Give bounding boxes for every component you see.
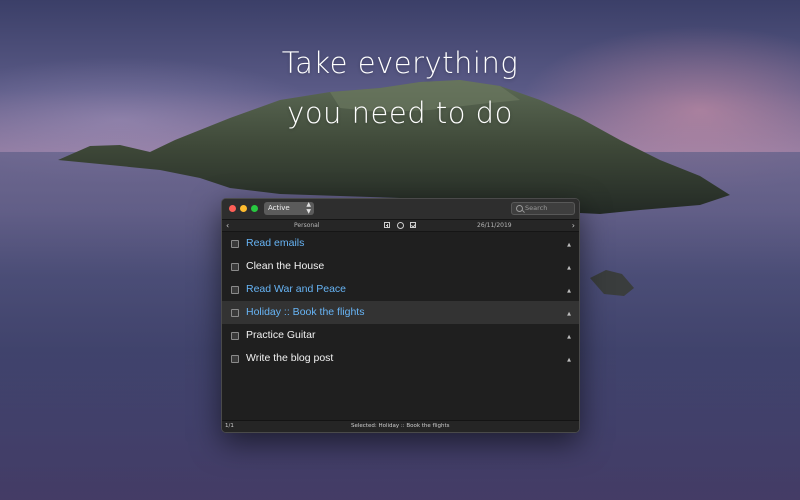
title-bar: Active ▲ ▼ Search (222, 199, 579, 220)
current-date[interactable]: 26/11/2019 (477, 220, 512, 231)
search-icon (516, 205, 523, 212)
add-icon[interactable] (384, 222, 390, 228)
task-checkbox[interactable] (231, 332, 239, 340)
checkbox-icon[interactable] (410, 222, 416, 228)
chevron-left-icon[interactable]: ‹ (226, 220, 229, 231)
task-marker-icon: ▲ (567, 288, 571, 294)
task-row[interactable]: Write the blog post ▲ (222, 347, 579, 370)
headline-line-2: you need to do (287, 96, 513, 130)
app-window: Active ▲ ▼ Search ‹ Personal 26/11/2019 ›… (221, 198, 580, 433)
navigation-bar: ‹ Personal 26/11/2019 › (222, 220, 579, 232)
search-input[interactable]: Search (511, 202, 575, 215)
task-marker-icon: ▲ (567, 265, 571, 271)
task-title: Clean the House (246, 260, 325, 272)
selected-task-status: Selected: Holiday :: Book the flights (351, 423, 450, 429)
status-bar: 1/1 Selected: Holiday :: Book the flight… (222, 420, 579, 432)
filter-dropdown[interactable]: Active ▲ ▼ (264, 201, 314, 215)
filter-dropdown-value: Active (268, 204, 290, 212)
task-checkbox[interactable] (231, 240, 239, 248)
task-checkbox[interactable] (231, 309, 239, 317)
task-marker-icon: ▲ (567, 242, 571, 248)
list-name[interactable]: Personal (294, 220, 320, 231)
task-title: Read emails (246, 237, 305, 249)
zoom-window-button[interactable] (251, 205, 258, 212)
task-checkbox[interactable] (231, 263, 239, 271)
task-row[interactable]: Read emails ▲ (222, 232, 579, 255)
headline-line-1: Take everything (281, 46, 519, 80)
task-row-selected[interactable]: Holiday :: Book the flights ▲ (222, 301, 579, 324)
chevron-right-icon[interactable]: › (572, 220, 575, 231)
task-row[interactable]: Read War and Peace ▲ (222, 278, 579, 301)
task-title: Read War and Peace (246, 283, 347, 295)
circle-icon[interactable] (397, 221, 404, 229)
task-title: Holiday :: Book the flights (246, 306, 365, 318)
task-count: 1/1 (225, 423, 234, 429)
task-title: Practice Guitar (246, 329, 316, 341)
search-placeholder: Search (525, 204, 548, 212)
minimize-window-button[interactable] (240, 205, 247, 212)
task-checkbox[interactable] (231, 286, 239, 294)
close-window-button[interactable] (229, 205, 236, 212)
task-row[interactable]: Practice Guitar ▲ (222, 324, 579, 347)
task-row[interactable]: Clean the House ▲ (222, 255, 579, 278)
task-title: Write the blog post (246, 352, 334, 364)
task-marker-icon: ▲ (567, 357, 571, 363)
task-marker-icon: ▲ (567, 311, 571, 317)
task-list: Read emails ▲ Clean the House ▲ Read War… (222, 232, 579, 370)
task-checkbox[interactable] (231, 355, 239, 363)
task-marker-icon: ▲ (567, 334, 571, 340)
updown-arrows-icon: ▲ ▼ (306, 201, 311, 215)
